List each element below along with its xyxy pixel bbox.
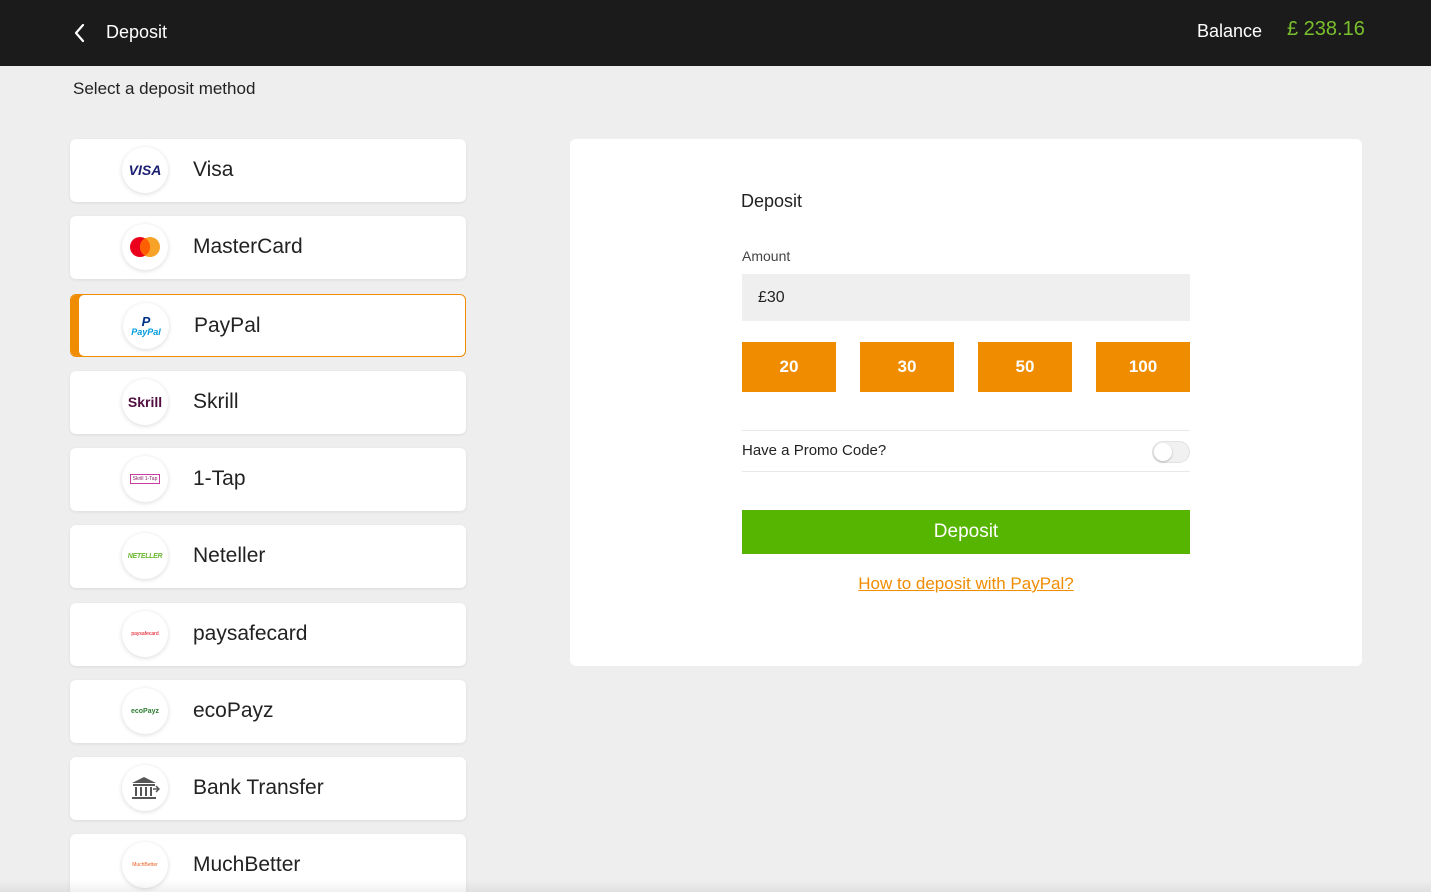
method-label: Bank Transfer — [193, 776, 324, 799]
top-bar: Deposit Balance £ 238.16 — [0, 0, 1431, 66]
ecopayz-logo-text: ecoPayz — [130, 707, 160, 715]
deposit-panel: Deposit Amount 20 30 50 100 Have a Promo… — [570, 139, 1362, 666]
method-label: Visa — [193, 158, 234, 181]
balance-value: £ 238.16 — [1287, 18, 1365, 40]
method-label: paysafecard — [193, 622, 308, 645]
preset-50-button[interactable]: 50 — [978, 342, 1072, 392]
method-paypal[interactable]: P PayPal PayPal — [70, 294, 466, 357]
paypal-mark: P — [141, 313, 151, 329]
ecopayz-logo-icon: ecoPayz — [122, 688, 168, 734]
amount-input[interactable] — [742, 274, 1190, 321]
paysafecard-logo-icon: paysafecard — [122, 611, 168, 657]
amount-label: Amount — [742, 248, 791, 264]
promo-code-toggle[interactable] — [1152, 441, 1190, 463]
promo-code-row: Have a Promo Code? — [742, 430, 1190, 472]
preset-100-button[interactable]: 100 — [1096, 342, 1190, 392]
visa-logo-icon: VISA — [122, 147, 168, 193]
back-button[interactable] — [68, 18, 92, 48]
select-method-heading: Select a deposit method — [73, 79, 256, 98]
deposit-form-title: Deposit — [741, 191, 803, 211]
how-to-deposit-link[interactable]: How to deposit with PayPal? — [742, 574, 1190, 594]
chevron-left-icon — [74, 23, 85, 43]
skrill-logo-icon: Skrill — [122, 379, 168, 425]
visa-logo-text: VISA — [128, 162, 162, 178]
skrill-1tap-logo-icon: Skrill 1-Tap — [122, 456, 168, 502]
method-neteller[interactable]: NETELLER Neteller — [70, 525, 466, 588]
paypal-logo-icon: P PayPal — [123, 303, 169, 349]
method-label: PayPal — [194, 314, 261, 337]
preset-20-button[interactable]: 20 — [742, 342, 836, 392]
page-title: Deposit — [106, 22, 168, 42]
toggle-knob — [1154, 443, 1172, 461]
method-label: MasterCard — [193, 235, 303, 258]
preset-30-button[interactable]: 30 — [860, 342, 954, 392]
method-ecopayz[interactable]: ecoPayz ecoPayz — [70, 680, 466, 743]
skrill-logo-text: Skrill — [127, 394, 163, 410]
mastercard-logo-icon — [122, 224, 168, 270]
promo-code-label: Have a Promo Code? — [742, 442, 887, 459]
method-paysafecard[interactable]: paysafecard paysafecard — [70, 603, 466, 666]
muchbetter-logo-text: MuchBetter — [132, 862, 158, 868]
method-label: MuchBetter — [193, 853, 301, 876]
bottom-shadow — [0, 880, 1431, 892]
paysafecard-logo-text: paysafecard — [131, 631, 159, 637]
neteller-logo-text: NETELLER — [127, 552, 163, 560]
method-mastercard[interactable]: MasterCard — [70, 216, 466, 279]
method-bank-transfer[interactable]: Bank Transfer — [70, 757, 466, 820]
method-visa[interactable]: VISA Visa — [70, 139, 466, 202]
method-1-tap[interactable]: Skrill 1-Tap 1-Tap — [70, 448, 466, 511]
neteller-logo-icon: NETELLER — [122, 533, 168, 579]
onetap-logo-text: Skrill 1-Tap — [129, 474, 161, 484]
paypal-logo-text: PayPal — [131, 326, 161, 337]
method-label: ecoPayz — [193, 699, 274, 722]
deposit-submit-button[interactable]: Deposit — [742, 510, 1190, 554]
method-skrill[interactable]: Skrill Skrill — [70, 371, 466, 434]
balance-label: Balance — [1197, 21, 1263, 41]
method-label: 1-Tap — [193, 467, 246, 490]
method-label: Skrill — [193, 390, 239, 413]
method-label: Neteller — [193, 544, 266, 567]
bank-icon — [122, 765, 168, 811]
